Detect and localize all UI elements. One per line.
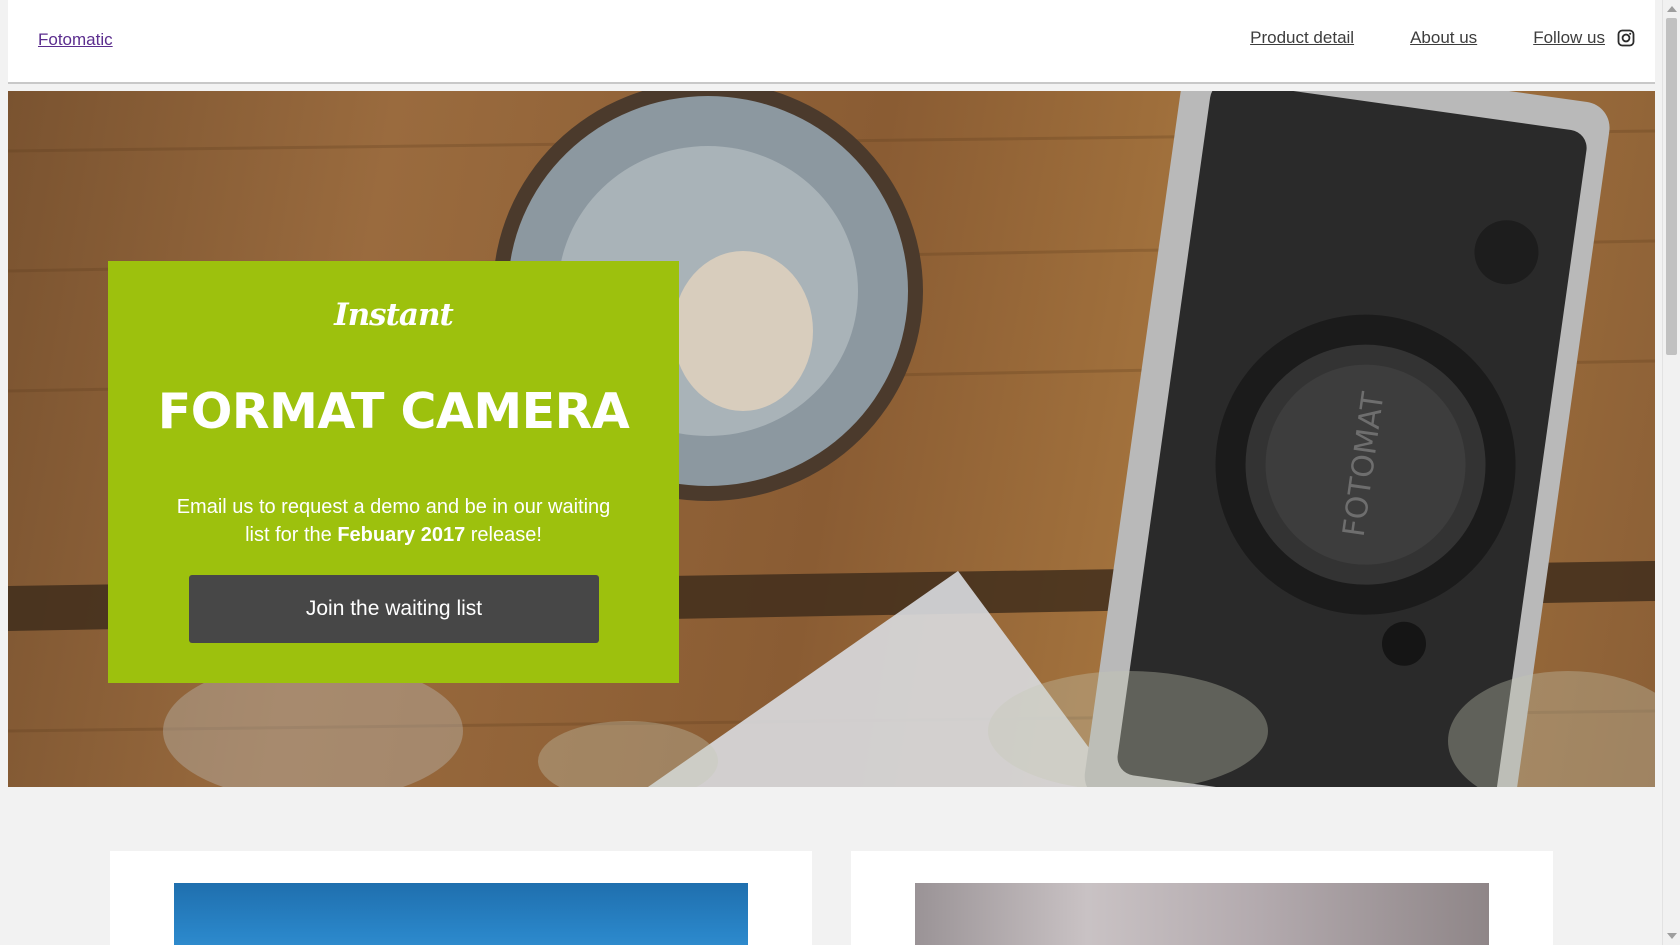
main-nav: Product detail About us Follow us xyxy=(1194,28,1635,48)
scrollbar-thumb[interactable] xyxy=(1666,18,1677,355)
follow-us-group: Follow us xyxy=(1533,28,1635,48)
nav-follow-us[interactable]: Follow us xyxy=(1533,28,1605,48)
sky-photo xyxy=(174,883,748,945)
promo-text-after: release! xyxy=(465,524,542,546)
brand-link[interactable]: Fotomatic xyxy=(38,30,113,50)
vertical-scrollbar[interactable] xyxy=(1662,0,1680,945)
scroll-up-arrow-icon[interactable] xyxy=(1667,6,1677,12)
camera-closeup-photo xyxy=(915,883,1489,945)
hero-section: FOTOMAT Instant FORMAT CAMERA Email us t… xyxy=(8,91,1655,787)
promo-box: Instant FORMAT CAMERA Email us to reques… xyxy=(108,261,679,683)
release-date: Febuary 2017 xyxy=(337,524,466,546)
nav-about-us[interactable]: About us xyxy=(1410,28,1477,48)
scroll-down-arrow-icon[interactable] xyxy=(1667,933,1677,939)
nav-product-detail[interactable]: Product detail xyxy=(1250,28,1354,48)
instagram-icon[interactable] xyxy=(1617,29,1635,47)
promo-title: FORMAT CAMERA xyxy=(157,383,630,440)
card-image xyxy=(174,883,748,945)
site-header: Fotomatic Product detail About us Follow… xyxy=(8,0,1655,84)
feature-card xyxy=(110,851,812,945)
card-image xyxy=(915,883,1489,945)
join-waiting-list-button[interactable]: Join the waiting list xyxy=(189,575,599,643)
promo-description: Email us to request a demo and be in our… xyxy=(168,493,619,549)
feature-card xyxy=(851,851,1553,945)
promo-script-heading: Instant xyxy=(334,297,454,333)
